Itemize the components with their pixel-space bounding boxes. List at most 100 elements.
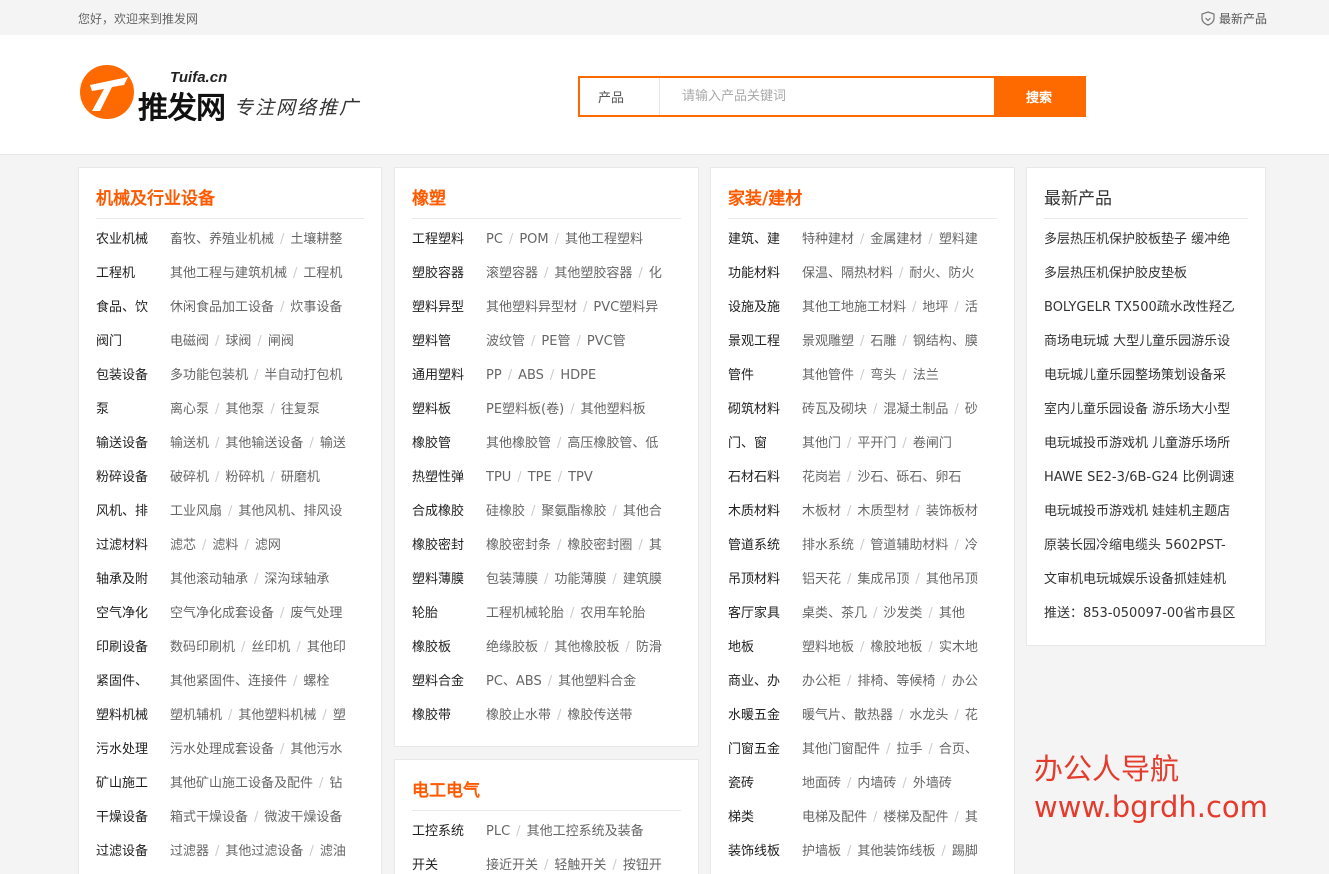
subcategory-link[interactable]: 冷	[965, 538, 978, 553]
category-link[interactable]: 塑料合金	[412, 665, 486, 699]
category-link[interactable]: 塑胶容器	[412, 257, 486, 291]
category-link[interactable]: 通用塑料	[412, 359, 486, 393]
category-link[interactable]: 食品、饮	[96, 291, 170, 325]
product-link[interactable]: 商场电玩城 大型儿童乐园游乐设	[1044, 325, 1248, 359]
subcategory-link[interactable]: 其他橡胶板	[554, 640, 619, 655]
subcategory-link[interactable]: 合页、	[939, 742, 978, 757]
subcategory-link[interactable]: 接近开关	[486, 858, 538, 873]
subcategory-link[interactable]: 装饰板材	[926, 504, 978, 519]
category-link[interactable]: 合成橡胶	[412, 495, 486, 529]
subcategory-link[interactable]: 粉碎机	[225, 470, 264, 485]
subcategory-link[interactable]: 其他污水	[290, 742, 342, 757]
category-link[interactable]: 建筑、建	[728, 223, 802, 257]
category-link[interactable]: 塑料异型	[412, 291, 486, 325]
subcategory-link[interactable]: 木板材	[802, 504, 841, 519]
subcategory-link[interactable]: 钻	[329, 776, 342, 791]
subcategory-link[interactable]: 其	[649, 538, 662, 553]
subcategory-link[interactable]: 塑料建	[939, 232, 978, 247]
category-link[interactable]: 工程塑料	[412, 223, 486, 257]
subcategory-link[interactable]: 办公柜	[802, 674, 841, 689]
product-link[interactable]: 电玩城儿童乐园整场策划设备采	[1044, 359, 1248, 393]
subcategory-link[interactable]: 研磨机	[281, 470, 320, 485]
subcategory-link[interactable]: 其他泵	[225, 402, 264, 417]
subcategory-link[interactable]: 外墙砖	[913, 776, 952, 791]
subcategory-link[interactable]: 沙石、砾石、卵石	[857, 470, 961, 485]
subcategory-link[interactable]: 其他塑料合金	[558, 674, 636, 689]
subcategory-link[interactable]: 管道辅助材料	[870, 538, 948, 553]
subcategory-link[interactable]: 办公	[952, 674, 978, 689]
category-link[interactable]: 工程机	[96, 257, 170, 291]
subcategory-link[interactable]: 滤油	[320, 844, 346, 859]
product-link[interactable]: 推送：853-050097-00省市县区	[1044, 597, 1248, 631]
subcategory-link[interactable]: PC	[486, 232, 503, 247]
subcategory-link[interactable]: 高压橡胶管、低	[567, 436, 658, 451]
subcategory-link[interactable]: 其他工程塑料	[565, 232, 643, 247]
subcategory-link[interactable]: 输送机	[170, 436, 209, 451]
subcategory-link[interactable]: 螺栓	[303, 674, 329, 689]
category-link[interactable]: 功能材料	[728, 257, 802, 291]
subcategory-link[interactable]: 其他塑料异型材	[486, 300, 577, 315]
category-link[interactable]: 地板	[728, 631, 802, 665]
subcategory-link[interactable]: PVC管	[587, 334, 626, 349]
subcategory-link[interactable]: 污水处理成套设备	[170, 742, 274, 757]
subcategory-link[interactable]: 混凝土制品	[883, 402, 948, 417]
subcategory-link[interactable]: 滤芯	[170, 538, 196, 553]
subcategory-link[interactable]: 绝缘胶板	[486, 640, 538, 655]
subcategory-link[interactable]: 其他吊顶	[926, 572, 978, 587]
panel-title[interactable]: 电工电气	[412, 776, 480, 801]
category-link[interactable]: 工控系统	[412, 815, 486, 849]
subcategory-link[interactable]: 水龙头	[909, 708, 948, 723]
product-link[interactable]: BOLYGELR TX500疏水改性羟乙	[1044, 291, 1248, 325]
subcategory-link[interactable]: 拉手	[896, 742, 922, 757]
subcategory-link[interactable]: 电梯及配件	[802, 810, 867, 825]
subcategory-link[interactable]: 化	[649, 266, 662, 281]
category-link[interactable]: 橡胶管	[412, 427, 486, 461]
subcategory-link[interactable]: PC、ABS	[486, 674, 542, 689]
category-link[interactable]: 污水处理	[96, 733, 170, 767]
subcategory-link[interactable]: 其他	[939, 606, 965, 621]
subcategory-link[interactable]: 其他门	[802, 436, 841, 451]
subcategory-link[interactable]: 半自动打包机	[264, 368, 342, 383]
subcategory-link[interactable]: 其他塑料机械	[238, 708, 316, 723]
subcategory-link[interactable]: 石雕	[870, 334, 896, 349]
subcategory-link[interactable]: 花	[965, 708, 978, 723]
category-link[interactable]: 农业机械	[96, 223, 170, 257]
category-link[interactable]: 装饰线板	[728, 835, 802, 869]
subcategory-link[interactable]: 深沟球轴承	[264, 572, 329, 587]
subcategory-link[interactable]: 土壤耕整	[290, 232, 342, 247]
product-link[interactable]: 原装长园冷缩电缆头 5602PST-	[1044, 529, 1248, 563]
subcategory-link[interactable]: 其他合	[623, 504, 662, 519]
subcategory-link[interactable]: 空气净化成套设备	[170, 606, 274, 621]
subcategory-link[interactable]: 数码印刷机	[170, 640, 235, 655]
product-link[interactable]: HAWE SE2-3/6B-G24 比例调速	[1044, 461, 1248, 495]
subcategory-link[interactable]: 法兰	[913, 368, 939, 383]
subcategory-link[interactable]: 金属建材	[870, 232, 922, 247]
subcategory-link[interactable]: 地坪	[922, 300, 948, 315]
category-link[interactable]: 管道系统	[728, 529, 802, 563]
category-link[interactable]: 瓷砖	[728, 767, 802, 801]
product-link[interactable]: 文审机电玩城娱乐设备抓娃娃机	[1044, 563, 1248, 597]
site-logo[interactable]: Tuifa.cn 推发网 专注网络推广	[78, 61, 378, 127]
category-link[interactable]: 吊顶材料	[728, 563, 802, 597]
subcategory-link[interactable]: 其他管件	[802, 368, 854, 383]
category-link[interactable]: 塑料管	[412, 325, 486, 359]
category-link[interactable]: 泵	[96, 393, 170, 427]
subcategory-link[interactable]: 排水系统	[802, 538, 854, 553]
subcategory-link[interactable]: 输送	[320, 436, 346, 451]
category-link[interactable]: 热塑性弹	[412, 461, 486, 495]
category-link[interactable]: 木质材料	[728, 495, 802, 529]
category-link[interactable]: 粉碎设备	[96, 461, 170, 495]
subcategory-link[interactable]: 防滑	[636, 640, 662, 655]
subcategory-link[interactable]: 踢脚	[952, 844, 978, 859]
category-link[interactable]: 包装设备	[96, 359, 170, 393]
category-link[interactable]: 门、窗	[728, 427, 802, 461]
subcategory-link[interactable]: 球阀	[225, 334, 251, 349]
subcategory-link[interactable]: TPE	[528, 470, 552, 485]
subcategory-link[interactable]: PVC塑料异	[593, 300, 658, 315]
category-link[interactable]: 砌筑材料	[728, 393, 802, 427]
subcategory-link[interactable]: 塑	[333, 708, 346, 723]
category-link[interactable]: 干燥设备	[96, 801, 170, 835]
category-link[interactable]: 输送设备	[96, 427, 170, 461]
subcategory-link[interactable]: 工程机械轮胎	[486, 606, 564, 621]
subcategory-link[interactable]: 桌类、茶几	[802, 606, 867, 621]
